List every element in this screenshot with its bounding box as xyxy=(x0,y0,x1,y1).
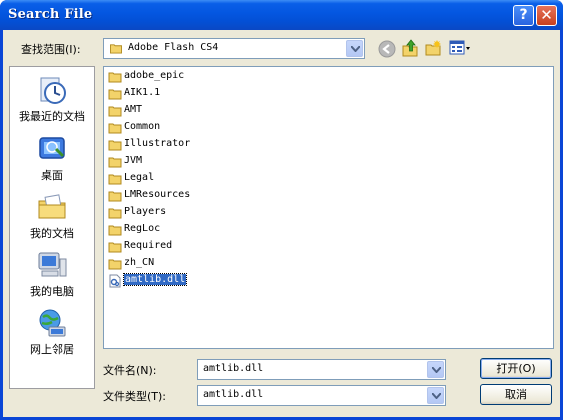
folder-icon xyxy=(108,208,122,219)
view-menu-icon[interactable] xyxy=(449,40,471,56)
open-button[interactable]: 打开(O) xyxy=(480,358,552,379)
place-label: 网上邻居 xyxy=(30,343,74,356)
dll-file-icon xyxy=(109,274,121,288)
place-my-computer[interactable]: 我的电脑 xyxy=(10,249,94,305)
close-button[interactable]: ✕ xyxy=(536,5,557,26)
folder-icon xyxy=(108,174,122,185)
my-computer-icon xyxy=(38,252,67,277)
chevron-down-icon xyxy=(432,393,441,399)
folder-icon xyxy=(108,72,122,83)
place-recent-documents[interactable]: 我最近的文档 xyxy=(10,74,94,130)
help-button[interactable]: ? xyxy=(513,5,534,26)
filename-input[interactable]: amtlib.dll xyxy=(203,363,263,374)
places-bar: 我最近的文档 桌面 我的文档 我的电脑 网上邻居 xyxy=(9,66,95,389)
filename-combo[interactable]: amtlib.dll xyxy=(197,359,446,380)
dialog-body: 查找范围(I): Adobe Flash CS4 我最近的文档 桌面 我的文档 … xyxy=(3,30,560,417)
place-label: 我的文档 xyxy=(30,227,74,240)
title-bar[interactable]: Search File ? ✕ xyxy=(0,0,563,30)
folder-icon xyxy=(108,157,122,168)
folder-icon xyxy=(108,89,122,100)
place-label: 我最近的文档 xyxy=(19,110,85,123)
look-in-dropdown-button[interactable] xyxy=(346,40,363,57)
filetype-value: amtlib.dll xyxy=(203,389,264,400)
recent-documents-icon xyxy=(40,77,66,104)
place-label: 桌面 xyxy=(41,169,63,182)
filetype-label: 文件类型(T): xyxy=(103,390,167,403)
search-file-dialog: Search File ? ✕ 查找范围(I): Adobe Flash CS4 xyxy=(0,0,563,420)
place-desktop[interactable]: 桌面 xyxy=(10,133,94,189)
new-folder-icon[interactable] xyxy=(424,39,442,57)
chevron-down-icon xyxy=(351,46,360,52)
back-icon[interactable] xyxy=(378,40,396,58)
network-places-icon xyxy=(39,309,66,337)
folder-icon xyxy=(108,225,122,236)
folder-icon xyxy=(108,140,122,151)
my-documents-icon xyxy=(38,194,66,219)
filename-label: 文件名(N): xyxy=(103,364,157,377)
look-in-combo[interactable]: Adobe Flash CS4 xyxy=(103,38,365,59)
desktop-icon xyxy=(39,137,65,159)
up-folder-icon[interactable] xyxy=(401,38,419,58)
chevron-down-icon xyxy=(432,367,441,373)
place-my-documents[interactable]: 我的文档 xyxy=(10,191,94,247)
place-label: 我的电脑 xyxy=(30,285,74,298)
look-in-label: 查找范围(I): xyxy=(21,43,81,56)
folder-icon xyxy=(108,123,122,134)
place-network-places[interactable]: 网上邻居 xyxy=(10,307,94,363)
file-list[interactable]: adobe_epic AIK1.1 AMT Common Illustrator… xyxy=(103,66,554,349)
folder-icon xyxy=(108,259,122,270)
folder-icon xyxy=(108,106,122,117)
filetype-dropdown-button[interactable] xyxy=(427,387,444,404)
folder-icon xyxy=(108,242,122,253)
look-in-value: Adobe Flash CS4 xyxy=(128,42,219,53)
folder-icon xyxy=(110,44,122,54)
folder-icon xyxy=(108,191,122,202)
window-title: Search File xyxy=(8,7,93,22)
filename-dropdown-button[interactable] xyxy=(427,361,444,378)
cancel-button[interactable]: 取消 xyxy=(480,384,552,405)
filetype-combo[interactable]: amtlib.dll xyxy=(197,385,446,406)
